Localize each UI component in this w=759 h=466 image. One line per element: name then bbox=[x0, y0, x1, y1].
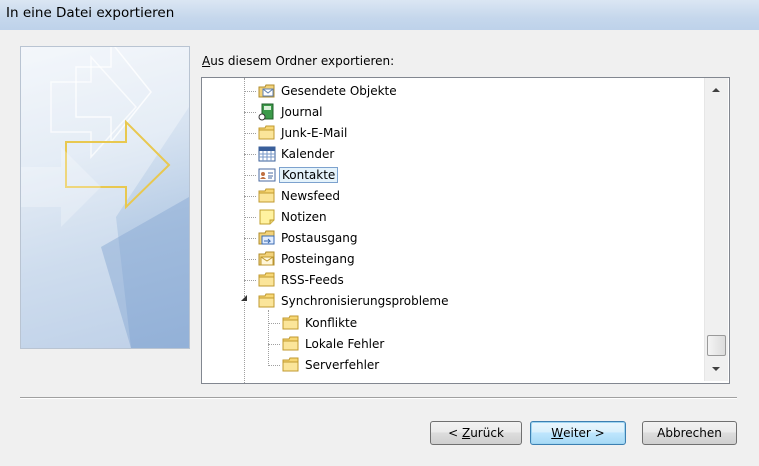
folder-icon bbox=[258, 271, 276, 289]
tree-connector bbox=[244, 78, 245, 296]
contacts-icon bbox=[258, 166, 276, 184]
tree-connector bbox=[244, 175, 256, 176]
folder-icon bbox=[282, 356, 300, 374]
scroll-down-arrow-icon[interactable] bbox=[712, 367, 720, 371]
tree-item-kontakte[interactable]: Kontakte bbox=[258, 165, 339, 185]
tree-connector bbox=[268, 323, 280, 324]
tree-connector bbox=[244, 196, 256, 197]
notes-icon bbox=[258, 208, 276, 226]
folder-icon bbox=[258, 124, 276, 142]
tree-connector bbox=[244, 112, 256, 113]
folder-icon bbox=[258, 292, 276, 310]
scroll-up-arrow-icon[interactable] bbox=[712, 88, 720, 92]
sent-items-icon bbox=[258, 82, 276, 100]
tree-item-newsfeed[interactable]: Newsfeed bbox=[258, 186, 342, 206]
inbox-icon bbox=[258, 250, 276, 268]
tree-item-konflikte[interactable]: Konflikte bbox=[282, 313, 359, 333]
journal-icon bbox=[258, 103, 276, 121]
scroll-thumb[interactable] bbox=[707, 335, 726, 356]
tree-item-kalender[interactable]: Kalender bbox=[258, 144, 336, 164]
calendar-icon bbox=[258, 145, 276, 163]
tree-item-lokale-fehler[interactable]: Lokale Fehler bbox=[282, 334, 386, 354]
next-button[interactable]: Weiter > bbox=[530, 421, 626, 445]
tree-item-synchronisierungsprobleme[interactable]: Synchronisierungsprobleme bbox=[258, 291, 451, 311]
tree-connector bbox=[244, 154, 256, 155]
tree-connector bbox=[244, 238, 256, 239]
tree-item-notizen[interactable]: Notizen bbox=[258, 207, 329, 227]
tree-item-rss-feeds[interactable]: RSS-Feeds bbox=[258, 270, 346, 290]
tree-connector bbox=[244, 133, 256, 134]
folder-tree[interactable]: Gesendete Objekte Journal Junk-E-Mail Ka… bbox=[201, 77, 730, 384]
collapse-arrow-icon[interactable] bbox=[241, 295, 247, 301]
window-title: In eine Datei exportieren bbox=[6, 5, 175, 21]
tree-connector bbox=[244, 280, 256, 281]
cancel-button[interactable]: Abbrechen bbox=[642, 421, 737, 445]
back-button[interactable]: < Zurück bbox=[430, 421, 522, 445]
title-bar: In eine Datei exportieren bbox=[0, 0, 759, 30]
folder-icon bbox=[258, 187, 276, 205]
tree-connector bbox=[244, 217, 256, 218]
tree-connector bbox=[244, 259, 256, 260]
outbox-icon bbox=[258, 229, 276, 247]
button-separator bbox=[20, 397, 737, 399]
tree-item-journal[interactable]: Journal bbox=[258, 102, 325, 122]
export-arrows-graphic bbox=[21, 47, 189, 348]
tree-item-serverfehler[interactable]: Serverfehler bbox=[282, 355, 381, 375]
tree-connector bbox=[268, 344, 280, 345]
tree-item-gesendete-objekte[interactable]: Gesendete Objekte bbox=[258, 81, 399, 101]
tree-connector bbox=[244, 91, 256, 92]
tree-connector bbox=[268, 310, 269, 366]
tree-item-postausgang[interactable]: Postausgang bbox=[258, 228, 360, 248]
tree-connector bbox=[268, 365, 280, 366]
folder-icon bbox=[282, 335, 300, 353]
folder-icon bbox=[282, 314, 300, 332]
tree-item-junk-e-mail[interactable]: Junk-E-Mail bbox=[258, 123, 349, 143]
export-folder-label: Aus diesem Ordner exportieren: bbox=[202, 54, 395, 68]
tree-connector bbox=[244, 296, 245, 383]
tree-item-posteingang[interactable]: Posteingang bbox=[258, 249, 357, 269]
tree-scrollbar[interactable] bbox=[704, 78, 728, 381]
wizard-banner-image bbox=[20, 46, 190, 349]
